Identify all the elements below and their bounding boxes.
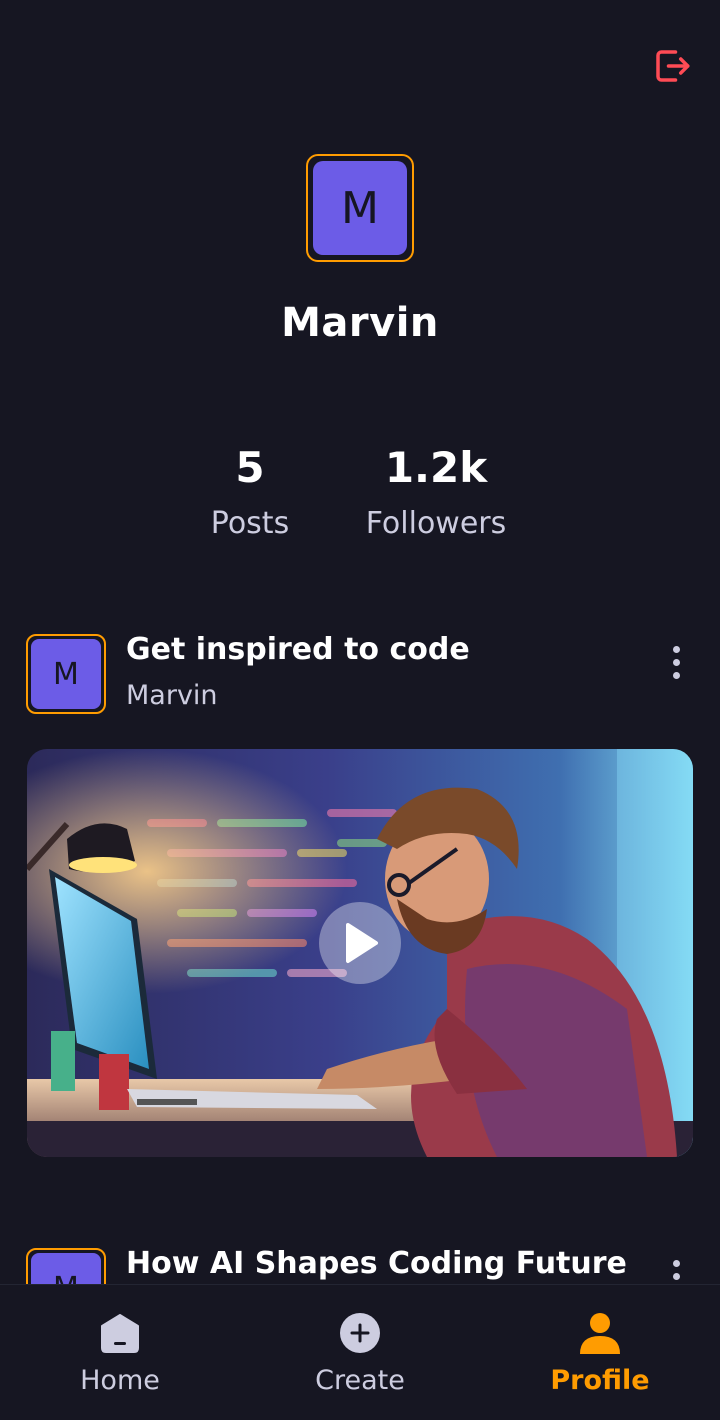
posts-stat: 5 Posts (190, 440, 310, 552)
plus-circle-icon (338, 1311, 382, 1355)
tab-create-label: Create (315, 1365, 405, 1396)
posts-label: Posts (210, 506, 290, 541)
post-video-thumbnail[interactable] (27, 749, 693, 1157)
post-menu-button[interactable] (664, 640, 688, 684)
play-button[interactable] (319, 902, 401, 984)
play-icon (346, 923, 378, 963)
post-card-header: M Get inspired to code Marvin (26, 632, 694, 714)
followers-stat: 1.2k Followers (350, 440, 522, 552)
post-title: Get inspired to code (126, 632, 470, 667)
followers-count: 1.2k (384, 443, 488, 492)
home-icon (98, 1311, 142, 1355)
posts-count: 5 (235, 443, 265, 492)
bottom-tab-bar: Home Create Profile (0, 1284, 720, 1420)
logout-icon (656, 50, 690, 82)
post-avatar-letter: M (31, 639, 101, 709)
profile-screen: M Marvin 5 Posts 1.2k Followers M Get in… (0, 0, 720, 1420)
tab-home-label: Home (80, 1365, 160, 1396)
profile-username: Marvin (281, 300, 439, 346)
avatar-letter: M (313, 161, 407, 255)
post-author: Marvin (126, 680, 218, 711)
logout-button[interactable] (650, 44, 694, 88)
tab-profile-label: Profile (550, 1365, 650, 1396)
profile-avatar: M (306, 154, 414, 262)
post-author-avatar: M (26, 634, 106, 714)
tab-profile[interactable]: Profile (480, 1285, 720, 1420)
user-icon (578, 1311, 622, 1355)
tab-create[interactable]: Create (240, 1285, 480, 1420)
followers-label: Followers (365, 506, 507, 541)
more-vertical-icon (672, 1259, 680, 1267)
more-vertical-icon (672, 645, 680, 653)
post-title: How AI Shapes Coding Future (126, 1246, 627, 1281)
tab-home[interactable]: Home (0, 1285, 240, 1420)
